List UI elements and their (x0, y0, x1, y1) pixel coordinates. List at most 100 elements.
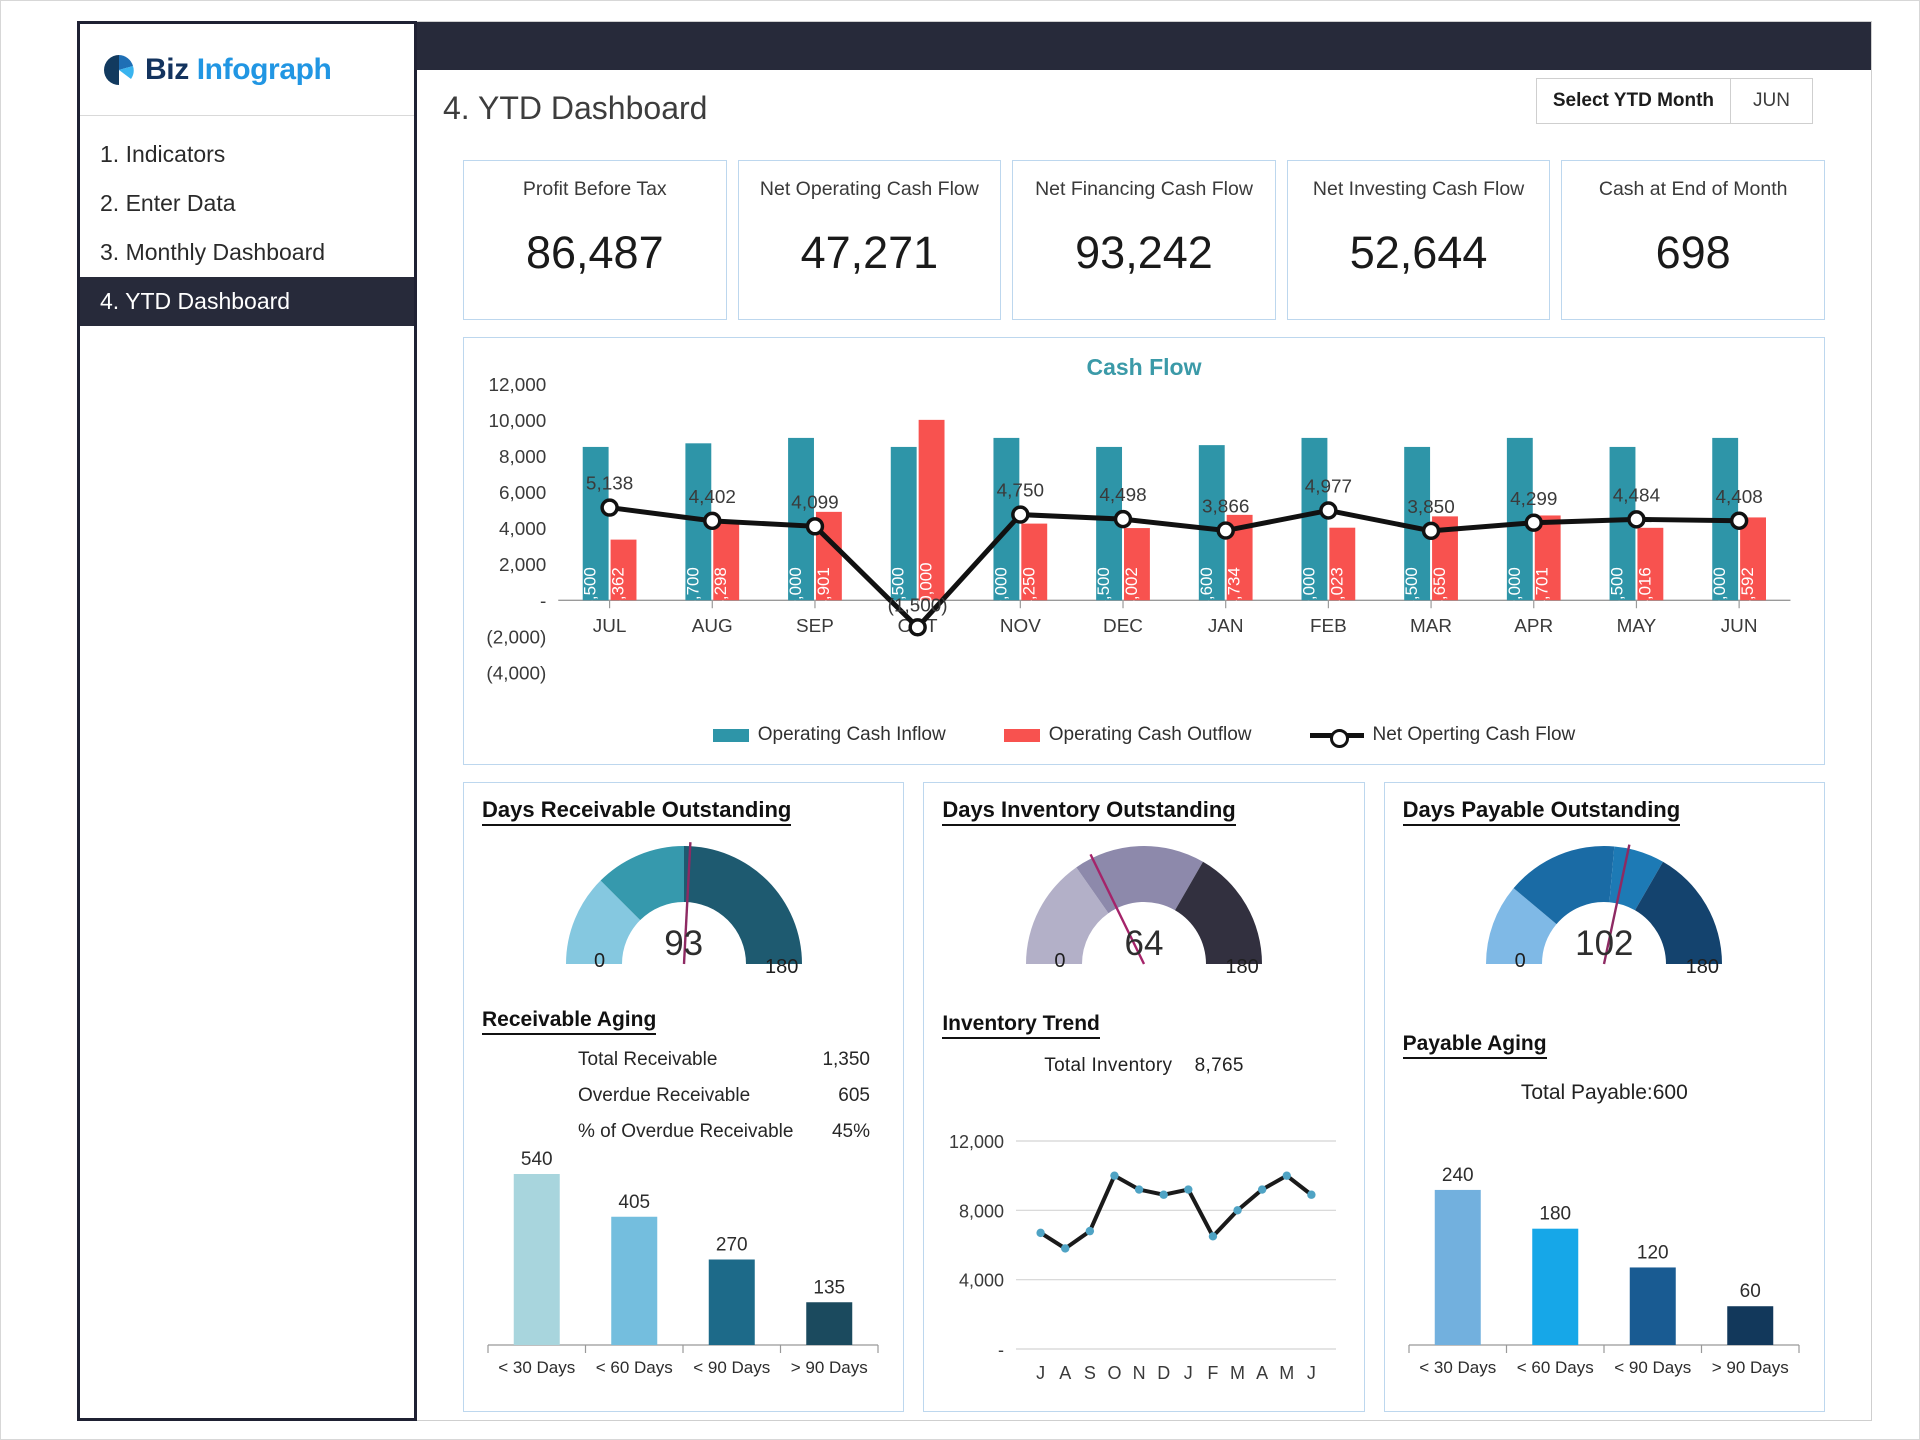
kpi-card-profit-before-tax: Profit Before Tax 86,487 (463, 160, 727, 320)
app-logo: Biz Infograph (80, 24, 414, 116)
svg-text:2,000: 2,000 (499, 555, 546, 576)
dro-gauge-min: 0 (594, 950, 606, 972)
kpi-value: 698 (1655, 227, 1731, 278)
svg-text:9,000: 9,000 (786, 567, 805, 609)
svg-text:> 90 Days: > 90 Days (791, 1358, 868, 1377)
svg-text:4,750: 4,750 (997, 481, 1044, 502)
days-payable-panel: Days Payable Outstanding 102 0 180 Payab… (1383, 782, 1825, 1412)
svg-text:M: M (1280, 1363, 1295, 1383)
sidebar-item-monthly-dashboard[interactable]: 3. Monthly Dashboard (80, 228, 414, 277)
sidebar: Biz Infograph 1. Indicators 2. Enter Dat… (77, 21, 417, 1421)
dro-gauge-max: 180 (765, 956, 799, 978)
svg-text:-: - (998, 1340, 1004, 1360)
svg-text:JAN: JAN (1208, 616, 1244, 637)
svg-text:60: 60 (1739, 1281, 1760, 1302)
svg-text:APR: APR (1514, 616, 1553, 637)
svg-text:9,000: 9,000 (1710, 567, 1729, 609)
legend-label-outflow: Operating Cash Outflow (1048, 724, 1252, 745)
svg-text:540: 540 (521, 1149, 553, 1170)
total-payable-line: Total Payable:600 (1520, 1081, 1688, 1104)
svg-text:(2,000): (2,000) (486, 627, 546, 648)
svg-text:JUN: JUN (1721, 616, 1758, 637)
receivable-total-value: 1,350 (822, 1049, 870, 1070)
svg-text:4,408: 4,408 (1715, 487, 1762, 508)
legend-item-outflow: Operating Cash Outflow (1003, 724, 1252, 746)
svg-text:MAY: MAY (1617, 616, 1657, 637)
svg-text:405: 405 (618, 1192, 650, 1213)
legend-swatch-outflow (1003, 728, 1040, 742)
kpi-title: Net Financing Cash Flow (1035, 178, 1253, 200)
svg-text:4,402: 4,402 (689, 487, 736, 508)
logo-text-primary: Biz (145, 52, 189, 86)
days-inventory-panel: Days Inventory Outstanding 64 0 180 Inve… (923, 782, 1365, 1412)
dio-gauge-value: 64 (1124, 924, 1164, 963)
svg-text:8,500: 8,500 (1608, 567, 1627, 609)
svg-text:4,901: 4,901 (814, 567, 833, 609)
dro-gauge-value: 93 (664, 924, 704, 963)
svg-text:3,850: 3,850 (1407, 497, 1454, 518)
svg-text:9,000: 9,000 (1299, 567, 1318, 609)
svg-text:8,500: 8,500 (1094, 567, 1113, 609)
sidebar-item-ytd-dashboard[interactable]: 4. YTD Dashboard (80, 277, 414, 326)
svg-text:8,000: 8,000 (499, 447, 546, 468)
svg-text:4,000: 4,000 (499, 519, 546, 540)
svg-text:8,600: 8,600 (1197, 567, 1216, 609)
svg-text:180: 180 (1539, 1204, 1571, 1225)
svg-text:A: A (1060, 1363, 1072, 1383)
sidebar-item-enter-data[interactable]: 2. Enter Data (80, 179, 414, 228)
svg-text:(1,500): (1,500) (888, 595, 948, 616)
total-inventory-label: Total Inventory (1044, 1055, 1173, 1076)
svg-text:F: F (1208, 1363, 1219, 1383)
svg-text:(4,000): (4,000) (486, 663, 546, 684)
svg-text:M: M (1230, 1363, 1245, 1383)
total-inventory-line: Total Inventory 8,765 (942, 1055, 1345, 1077)
svg-text:NOV: NOV (1000, 616, 1041, 637)
svg-text:4,298: 4,298 (711, 567, 730, 609)
payable-aging-heading: Payable Aging (1402, 1032, 1547, 1059)
svg-text:4,650: 4,650 (1430, 567, 1449, 609)
svg-text:J: J (1036, 1363, 1045, 1383)
svg-text:MAR: MAR (1410, 616, 1452, 637)
svg-text:4,099: 4,099 (791, 492, 838, 513)
receivable-aging-chart: 540 < 30 Days 405 < 60 Days 270 < 90 Days 135 >… (487, 1149, 879, 1377)
ytd-month-value[interactable]: JUN (1731, 79, 1812, 123)
svg-text:N: N (1133, 1363, 1146, 1383)
sidebar-item-indicators[interactable]: 1. Indicators (80, 130, 414, 179)
kpi-card-cash-at-end-of-month: Cash at End of Month 698 (1561, 160, 1825, 320)
kpi-value: 52,644 (1349, 227, 1488, 278)
svg-text:AUG: AUG (692, 616, 733, 637)
kpi-card-net-operating-cash-flow: Net Operating Cash Flow 47,271 (737, 160, 1002, 320)
svg-text:9,000: 9,000 (991, 567, 1010, 609)
svg-text:< 90 Days: < 90 Days (1614, 1358, 1691, 1377)
dpo-gauge-wrap: 102 0 180 (1403, 832, 1806, 1002)
dio-gauge-min: 0 (1054, 950, 1066, 972)
payable-aging-chart: 240 < 30 Days 180 < 60 Days 120 < 90 Days 60 > … (1408, 1165, 1800, 1377)
top-bar (417, 22, 1871, 70)
svg-text:JUL: JUL (593, 616, 627, 637)
svg-text:4,498: 4,498 (1099, 485, 1146, 506)
receivable-overdue-value: 605 (838, 1085, 870, 1106)
svg-text:DEC: DEC (1103, 616, 1143, 637)
dio-gauge-wrap: 64 0 180 (942, 832, 1345, 1002)
svg-text:4,701: 4,701 (1533, 567, 1552, 609)
pie-chart-logo-icon (102, 53, 136, 87)
svg-text:< 30 Days: < 30 Days (498, 1358, 575, 1377)
legend-label-net: Net Operting Cash Flow (1372, 724, 1576, 745)
svg-text:4,977: 4,977 (1305, 477, 1352, 498)
svg-text:4,000: 4,000 (959, 1271, 1004, 1291)
inventory-trend-heading: Inventory Trend (942, 1012, 1100, 1039)
kpi-title: Profit Before Tax (522, 178, 667, 200)
bottom-panels: Days Receivable Outstanding 93 0 180 Rec… (417, 765, 1871, 1412)
svg-text:4,592: 4,592 (1738, 567, 1757, 609)
main-content: 4. YTD Dashboard Select YTD Month JUN Pr… (417, 21, 1872, 1421)
ytd-month-selector[interactable]: Select YTD Month JUN (1535, 78, 1813, 124)
receivable-overdue-row: Overdue Receivable 605 (578, 1085, 885, 1107)
receivable-total-row: Total Receivable 1,350 (578, 1049, 885, 1071)
svg-text:4,484: 4,484 (1613, 485, 1660, 506)
cash-flow-chart: 12,000 10,000 8,000 6,000 4,000 2,000 - (2,000)… (486, 375, 1791, 684)
svg-text:J: J (1307, 1363, 1316, 1383)
receivable-aging-heading: Receivable Aging (482, 1008, 657, 1035)
days-receivable-heading: Days Receivable Outstanding (482, 797, 792, 826)
svg-text:< 30 Days: < 30 Days (1419, 1358, 1496, 1377)
svg-text:< 60 Days: < 60 Days (596, 1358, 673, 1377)
